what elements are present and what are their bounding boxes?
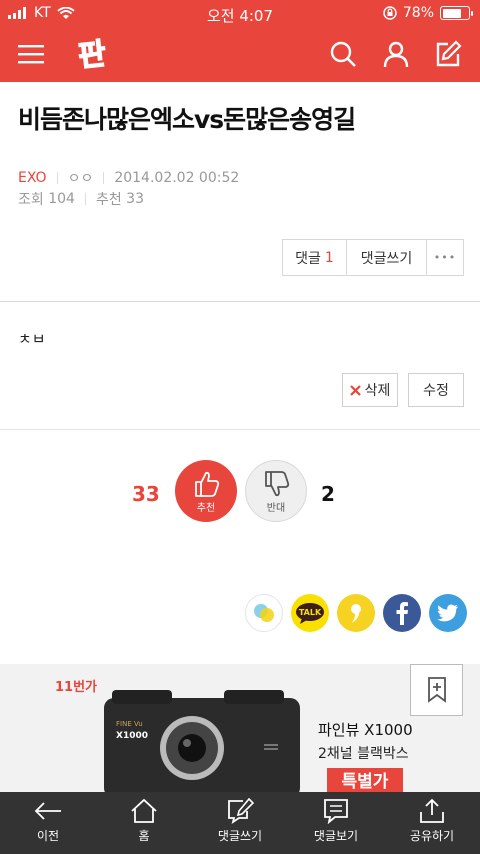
nav-share[interactable]: 공유하기 xyxy=(384,792,480,854)
post-meta: EXO ㅇㅇ 2014.02.02 00:52 xyxy=(18,168,239,188)
meta-divider xyxy=(103,172,105,184)
talk-label: TALK xyxy=(299,608,322,617)
post-title: 비듬존나많은엑소vs돈많은송영길 xyxy=(18,105,356,134)
vote-section: 33 추천 반대 2 xyxy=(0,460,480,530)
comments-label: 댓글 xyxy=(295,250,321,267)
thumbs-up-icon xyxy=(195,471,220,497)
device-brand: FINE Vu xyxy=(116,720,143,728)
talk-bubble: TALK xyxy=(296,603,324,624)
edit-button[interactable]: 수정 xyxy=(408,373,464,407)
comments-button[interactable]: 댓글 1 xyxy=(283,240,347,275)
post-category[interactable]: EXO xyxy=(18,170,47,186)
share-icon xyxy=(420,798,444,823)
view-comments-icon xyxy=(324,799,348,824)
bookmark-plus-mark xyxy=(427,677,446,703)
write-comment-label: 댓글쓰기 xyxy=(360,250,413,267)
upvote-button[interactable]: 추천 xyxy=(175,460,237,522)
pann-logo[interactable]: 판 xyxy=(72,34,112,74)
post-stats: 조회 104 추천 33 xyxy=(18,189,144,209)
edit-icon[interactable] xyxy=(434,40,462,68)
status-right: 78% xyxy=(383,5,473,21)
close-icon xyxy=(349,384,361,396)
comma-mark xyxy=(351,604,361,623)
meta-divider xyxy=(56,172,58,184)
nav-write-comment[interactable]: 댓글쓰기 xyxy=(192,792,288,854)
bottom-nav: 이전 홈 댓글쓰기 댓글보기 공유하기 xyxy=(0,792,480,854)
rotation-lock-icon xyxy=(383,6,397,20)
dashcam-image: FINE Vu X1000 xyxy=(104,690,300,792)
post-author: ㅇㅇ xyxy=(67,171,94,187)
app-header: 판 xyxy=(0,28,480,82)
nav-back[interactable]: 이전 xyxy=(0,792,96,854)
ad-product-title: 파인뷰 X1000 xyxy=(318,721,413,739)
comments-count: 1 xyxy=(324,249,334,266)
views-count: 104 xyxy=(48,191,75,207)
bookmark-icon[interactable] xyxy=(410,664,463,716)
post-body: ㅊㅂ xyxy=(18,330,46,348)
user-icon[interactable] xyxy=(382,40,410,68)
nav-view-comments[interactable]: 댓글보기 xyxy=(288,792,384,854)
ad-banner[interactable]: 11번가 FINE Vu X1000 파인뷰 X1000 2채널 블랙박스 특별… xyxy=(0,664,480,792)
edit-label: 수정 xyxy=(423,383,449,399)
nav-view-comments-label: 댓글보기 xyxy=(313,829,359,843)
write-comment-button[interactable]: 댓글쓰기 xyxy=(347,240,427,275)
nav-home-label: 홈 xyxy=(138,829,150,843)
recommend-count: 33 xyxy=(126,191,144,207)
search-icon[interactable] xyxy=(329,40,357,68)
divider xyxy=(0,429,480,430)
twitter-icon[interactable] xyxy=(429,594,467,632)
home-icon xyxy=(131,798,157,823)
nav-home[interactable]: 홈 xyxy=(96,792,192,854)
edit-controls: 삭제 수정 xyxy=(342,373,464,407)
battery-fill xyxy=(442,8,462,18)
battery-percent: 78% xyxy=(402,5,434,21)
more-button[interactable]: ••• xyxy=(427,240,463,275)
downvote-label: 반대 xyxy=(266,502,286,514)
kakaostory-icon[interactable] xyxy=(245,594,283,632)
views-label: 조회 xyxy=(18,192,44,208)
divider xyxy=(0,301,480,302)
thumbs-down-icon xyxy=(265,470,290,496)
back-arrow-icon xyxy=(34,802,61,820)
kakaotalk-icon[interactable]: TALK xyxy=(291,594,329,632)
delete-label: 삭제 xyxy=(364,383,391,399)
post-actions: 댓글 1 댓글쓰기 ••• xyxy=(282,239,464,276)
nav-write-comment-label: 댓글쓰기 xyxy=(217,829,263,843)
delete-button[interactable]: 삭제 xyxy=(342,373,398,407)
nav-back-label: 이전 xyxy=(36,829,60,843)
facebook-icon[interactable] xyxy=(383,594,421,632)
nav-share-label: 공유하기 xyxy=(409,829,455,843)
ad-product-subtitle: 2채널 블랙박스 xyxy=(318,746,409,762)
battery-icon xyxy=(440,6,473,20)
ad-special-badge: 특별가 xyxy=(327,768,403,792)
recommend-label: 추천 xyxy=(95,192,122,208)
twitter-bird xyxy=(437,604,458,622)
facebook-mark xyxy=(396,602,408,625)
meta-divider xyxy=(84,193,86,205)
downvote-count: 2 xyxy=(321,482,335,506)
upvote-label: 추천 xyxy=(196,502,216,514)
comma-icon[interactable] xyxy=(337,594,375,632)
write-comment-icon xyxy=(228,798,255,824)
menu-icon[interactable] xyxy=(18,43,44,65)
more-icon: ••• xyxy=(433,251,457,264)
upvote-count: 33 xyxy=(132,482,160,506)
svg-text:판: 판 xyxy=(77,37,109,74)
kakaostory-mark xyxy=(254,604,274,622)
downvote-button[interactable]: 반대 xyxy=(245,460,307,522)
post-date: 2014.02.02 00:52 xyxy=(114,170,240,186)
status-bar: KT 오전 4:07 78% xyxy=(0,0,480,28)
device-model: X1000 xyxy=(116,731,148,741)
